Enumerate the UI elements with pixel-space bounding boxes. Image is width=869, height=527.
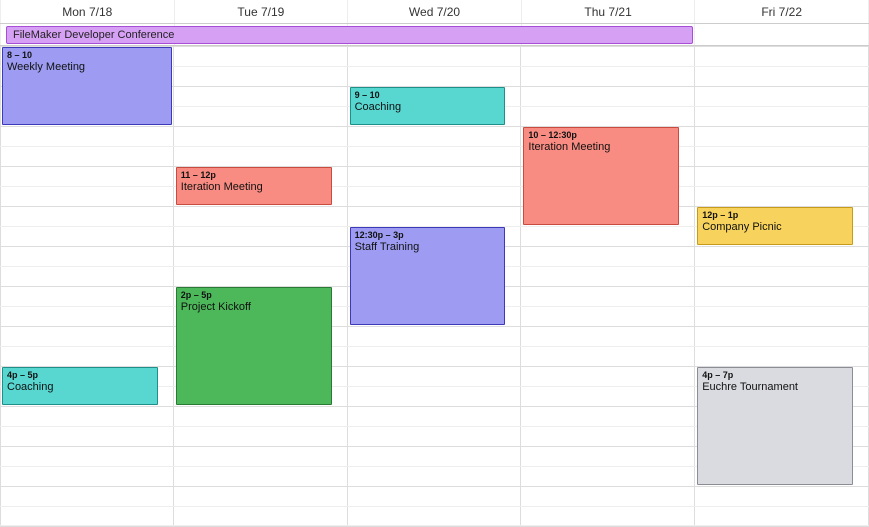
calendar-event[interactable]: 12:30p – 3pStaff Training — [350, 227, 506, 325]
day-header[interactable]: Fri 7/22 — [695, 0, 869, 23]
event-time: 4p – 5p — [7, 370, 153, 381]
day-header[interactable]: Mon 7/18 — [0, 0, 175, 23]
event-title: Iteration Meeting — [181, 181, 327, 194]
event-time: 8 – 10 — [7, 50, 167, 61]
calendar-event[interactable]: 4p – 7pEuchre Tournament — [697, 367, 853, 485]
calendar-event[interactable]: 8 – 10Weekly Meeting — [2, 47, 172, 125]
calendar-event[interactable]: 11 – 12pIteration Meeting — [176, 167, 332, 205]
event-time: 12p – 1p — [702, 210, 848, 221]
event-title: Project Kickoff — [181, 301, 327, 314]
all-day-event-title: FileMaker Developer Conference — [13, 29, 174, 41]
all-day-cell[interactable] — [695, 24, 869, 45]
all-day-event[interactable]: FileMaker Developer Conference — [6, 26, 693, 44]
event-title: Coaching — [355, 101, 501, 114]
grid-hour-line — [0, 486, 869, 487]
day-header[interactable]: Wed 7/20 — [348, 0, 522, 23]
grid-hour-line — [0, 146, 869, 147]
grid-hour-line — [0, 506, 869, 507]
event-time: 4p – 7p — [702, 370, 848, 381]
event-time: 11 – 12p — [181, 170, 327, 181]
calendar-event[interactable]: 9 – 10Coaching — [350, 87, 506, 125]
event-title: Iteration Meeting — [528, 141, 674, 154]
calendar-grid[interactable]: 8 – 10Weekly Meeting4p – 5pCoaching11 – … — [0, 46, 869, 526]
event-title: Company Picnic — [702, 221, 848, 234]
day-header[interactable]: Thu 7/21 — [522, 0, 696, 23]
day-header[interactable]: Tue 7/19 — [175, 0, 349, 23]
event-time: 10 – 12:30p — [528, 130, 674, 141]
calendar-event[interactable]: 10 – 12:30pIteration Meeting — [523, 127, 679, 225]
all-day-row: FileMaker Developer Conference — [0, 24, 869, 46]
calendar-event[interactable]: 12p – 1pCompany Picnic — [697, 207, 853, 245]
event-title: Staff Training — [355, 241, 501, 254]
event-time: 9 – 10 — [355, 90, 501, 101]
event-title: Euchre Tournament — [702, 381, 848, 394]
grid-hour-line — [0, 126, 869, 127]
event-title: Coaching — [7, 381, 153, 394]
grid-hour-line — [0, 346, 869, 347]
grid-hour-line — [0, 186, 869, 187]
grid-hour-line — [0, 166, 869, 167]
event-time: 2p – 5p — [181, 290, 327, 301]
event-time: 12:30p – 3p — [355, 230, 501, 241]
calendar-event[interactable]: 4p – 5pCoaching — [2, 367, 158, 405]
event-title: Weekly Meeting — [7, 61, 167, 74]
day-header-row: Mon 7/18 Tue 7/19 Wed 7/20 Thu 7/21 Fri … — [0, 0, 869, 24]
grid-hour-line — [0, 326, 869, 327]
calendar-event[interactable]: 2p – 5pProject Kickoff — [176, 287, 332, 405]
